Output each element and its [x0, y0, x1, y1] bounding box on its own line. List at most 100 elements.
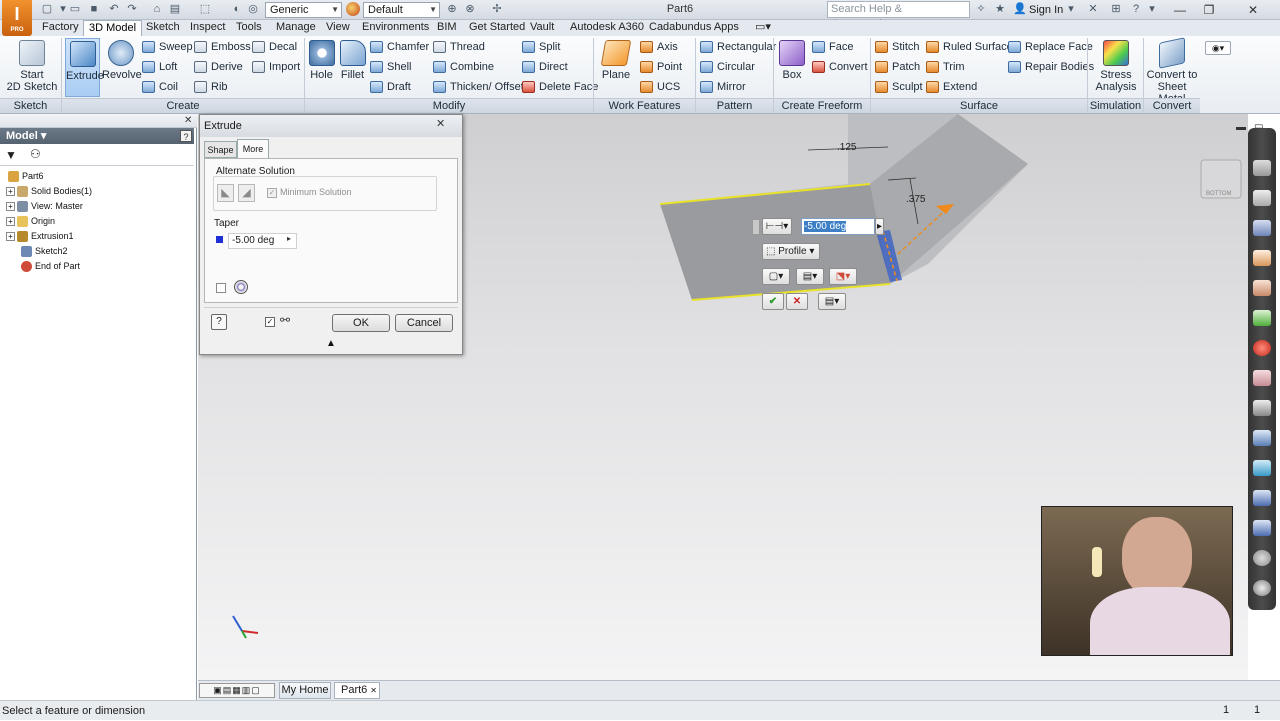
nav-measure-icon[interactable] [1253, 460, 1271, 476]
emboss-button[interactable]: Emboss [193, 38, 251, 56]
connect-icon[interactable]: ⊞ [1109, 2, 1123, 16]
help-icon[interactable]: ? [1129, 2, 1143, 16]
close-window-button[interactable]: ✕ [1226, 0, 1280, 20]
mini-options-dropdown[interactable]: ▤▾ [818, 293, 846, 310]
help-dropdown-icon[interactable]: ▾ [1145, 2, 1159, 16]
ruled-surface-button[interactable]: Ruled Surface [925, 38, 1013, 56]
repair-bodies-button[interactable]: Repair Bodies [1007, 58, 1094, 76]
select-icon[interactable]: ⬚ [198, 2, 212, 16]
tab-sketch[interactable]: Sketch [141, 20, 185, 36]
appearance-combo[interactable]: Generic ▼ [265, 2, 342, 18]
cancel-x-button[interactable]: ✕ [786, 293, 808, 310]
update-icon[interactable]: ▤ [168, 2, 182, 16]
dialog-close-icon[interactable]: ✕ [436, 117, 445, 130]
tab-inspect[interactable]: Inspect [185, 20, 230, 36]
expand-icon[interactable]: + [6, 202, 15, 212]
plane-button[interactable]: Plane [599, 38, 633, 81]
browser-close-icon[interactable]: ✕ [184, 115, 192, 126]
window-arrange-buttons[interactable]: ▣▤▦▥▢ [199, 683, 275, 698]
tab-part6[interactable]: Part6 ✕ [334, 682, 380, 699]
tree-item-end-of-part[interactable]: End of Part [21, 259, 80, 274]
patch-button[interactable]: Patch [874, 58, 920, 76]
loft-button[interactable]: Loft [141, 58, 177, 76]
ok-check-button[interactable]: ✔ [762, 293, 784, 310]
mirror-button[interactable]: Mirror [699, 78, 746, 96]
nav-tool-b-icon[interactable] [1253, 520, 1271, 536]
panel-options-dropdown[interactable]: ◉▾ [1205, 41, 1231, 55]
preview-checkbox[interactable]: ✓ [265, 317, 275, 327]
decal-button[interactable]: Decal [251, 38, 297, 56]
dimension-top-value[interactable]: .125 [837, 142, 856, 153]
tab-vault[interactable]: Vault [525, 20, 559, 36]
trim-button[interactable]: Trim [925, 58, 965, 76]
rib-button[interactable]: Rib [193, 78, 228, 96]
derive-button[interactable]: Derive [193, 58, 243, 76]
expand-icon[interactable]: + [6, 187, 15, 197]
tab-close-icon[interactable]: ✕ [370, 686, 377, 695]
start-2d-sketch-button[interactable]: Start 2D Sketch [6, 38, 58, 93]
viewport-minimize-icon[interactable]: ▬ [1236, 122, 1246, 133]
split-button[interactable]: Split [521, 38, 560, 56]
tree-item-solid-bodies[interactable]: + Solid Bodies(1) [6, 184, 92, 199]
home-icon[interactable]: ⌂ [150, 2, 164, 16]
material-icon[interactable]: ◐ [230, 2, 244, 16]
stitch-button[interactable]: Stitch [874, 38, 920, 56]
expand-icon[interactable]: + [6, 217, 15, 227]
direct-button[interactable]: Direct [521, 58, 568, 76]
tab-bim[interactable]: BIM [432, 20, 462, 36]
extrude-button[interactable]: Extrude [65, 38, 104, 97]
user-icon[interactable]: 👤 [1013, 2, 1027, 16]
nav-tool-a-icon[interactable] [1253, 490, 1271, 506]
tab-3d-model[interactable]: 3D Model [83, 20, 143, 36]
undo-icon[interactable]: ↶ [107, 2, 121, 16]
nav-pan-icon[interactable] [1253, 190, 1271, 206]
thicken-offset-button[interactable]: Thicken/ Offset [432, 78, 524, 96]
nav-look-at-icon[interactable] [1253, 280, 1271, 296]
ok-button[interactable]: OK [332, 314, 390, 332]
tab-tools[interactable]: Tools [231, 20, 267, 36]
adjust-icon[interactable]: ⊗ [463, 2, 477, 16]
combine-button[interactable]: Combine [432, 58, 494, 76]
tab-get-started[interactable]: Get Started [464, 20, 530, 36]
freeform-convert-button[interactable]: Convert [811, 58, 868, 76]
new-icon[interactable]: ▢ [40, 2, 54, 16]
binoculars-icon[interactable]: ✧ [974, 2, 988, 16]
browser-header[interactable]: Model ▾ [0, 128, 194, 144]
circular-pattern-button[interactable]: Circular [699, 58, 755, 76]
nav-orbit-icon[interactable] [1253, 250, 1271, 266]
ribbon-display-toggle[interactable]: ▭▾ [750, 20, 776, 36]
axis-button[interactable]: Axis [639, 38, 678, 56]
nav-record-icon[interactable] [1253, 550, 1271, 566]
direction-dropdown[interactable]: ⬔▾ [829, 268, 857, 285]
tab-manage[interactable]: Manage [271, 20, 321, 36]
viewport-restore-icon[interactable]: ▭ [1254, 121, 1263, 132]
tab-more[interactable]: More [237, 139, 269, 158]
taper-flyout-icon[interactable]: ▸ [287, 234, 291, 243]
infer-icon[interactable] [234, 280, 248, 294]
alternate-solution-1-button[interactable]: ◣ [217, 184, 234, 202]
expand-icon[interactable]: + [6, 232, 15, 242]
delete-face-button[interactable]: Delete Face [521, 78, 598, 96]
nav-steering-wheel-icon[interactable] [1253, 160, 1271, 176]
browser-help-icon[interactable]: ? [180, 130, 192, 142]
taper-type-dropdown[interactable]: ⊢⊣▾ [762, 218, 792, 235]
collapse-dialog-icon[interactable]: ▲ [326, 338, 336, 349]
ucs-button[interactable]: UCS [639, 78, 680, 96]
mini-toolbar-grip[interactable] [752, 219, 760, 235]
tree-item-view-master[interactable]: + View: Master [6, 199, 83, 214]
draft-button[interactable]: Draft [369, 78, 411, 96]
tab-cadabundus-apps[interactable]: Cadabundus Apps [644, 20, 744, 36]
redo-icon[interactable]: ↷ [125, 2, 139, 16]
convert-to-sheet-metal-button[interactable]: Convert toSheet Metal [1146, 37, 1198, 105]
tab-shape[interactable]: Shape [204, 141, 237, 158]
match-shape-checkbox[interactable] [216, 283, 226, 293]
output-type-dropdown[interactable]: ▢▾ [762, 268, 790, 285]
replace-face-button[interactable]: Replace Face [1007, 38, 1093, 56]
coil-button[interactable]: Coil [141, 78, 178, 96]
exchange-icon[interactable]: ✕ [1086, 2, 1100, 16]
tree-item-part[interactable]: Part6 [8, 169, 44, 184]
minimize-button[interactable]: — [1167, 0, 1193, 20]
nav-appearance-icon[interactable] [1253, 370, 1271, 386]
hole-button[interactable]: Hole [307, 38, 336, 81]
open-icon[interactable]: ▭ [68, 2, 82, 16]
